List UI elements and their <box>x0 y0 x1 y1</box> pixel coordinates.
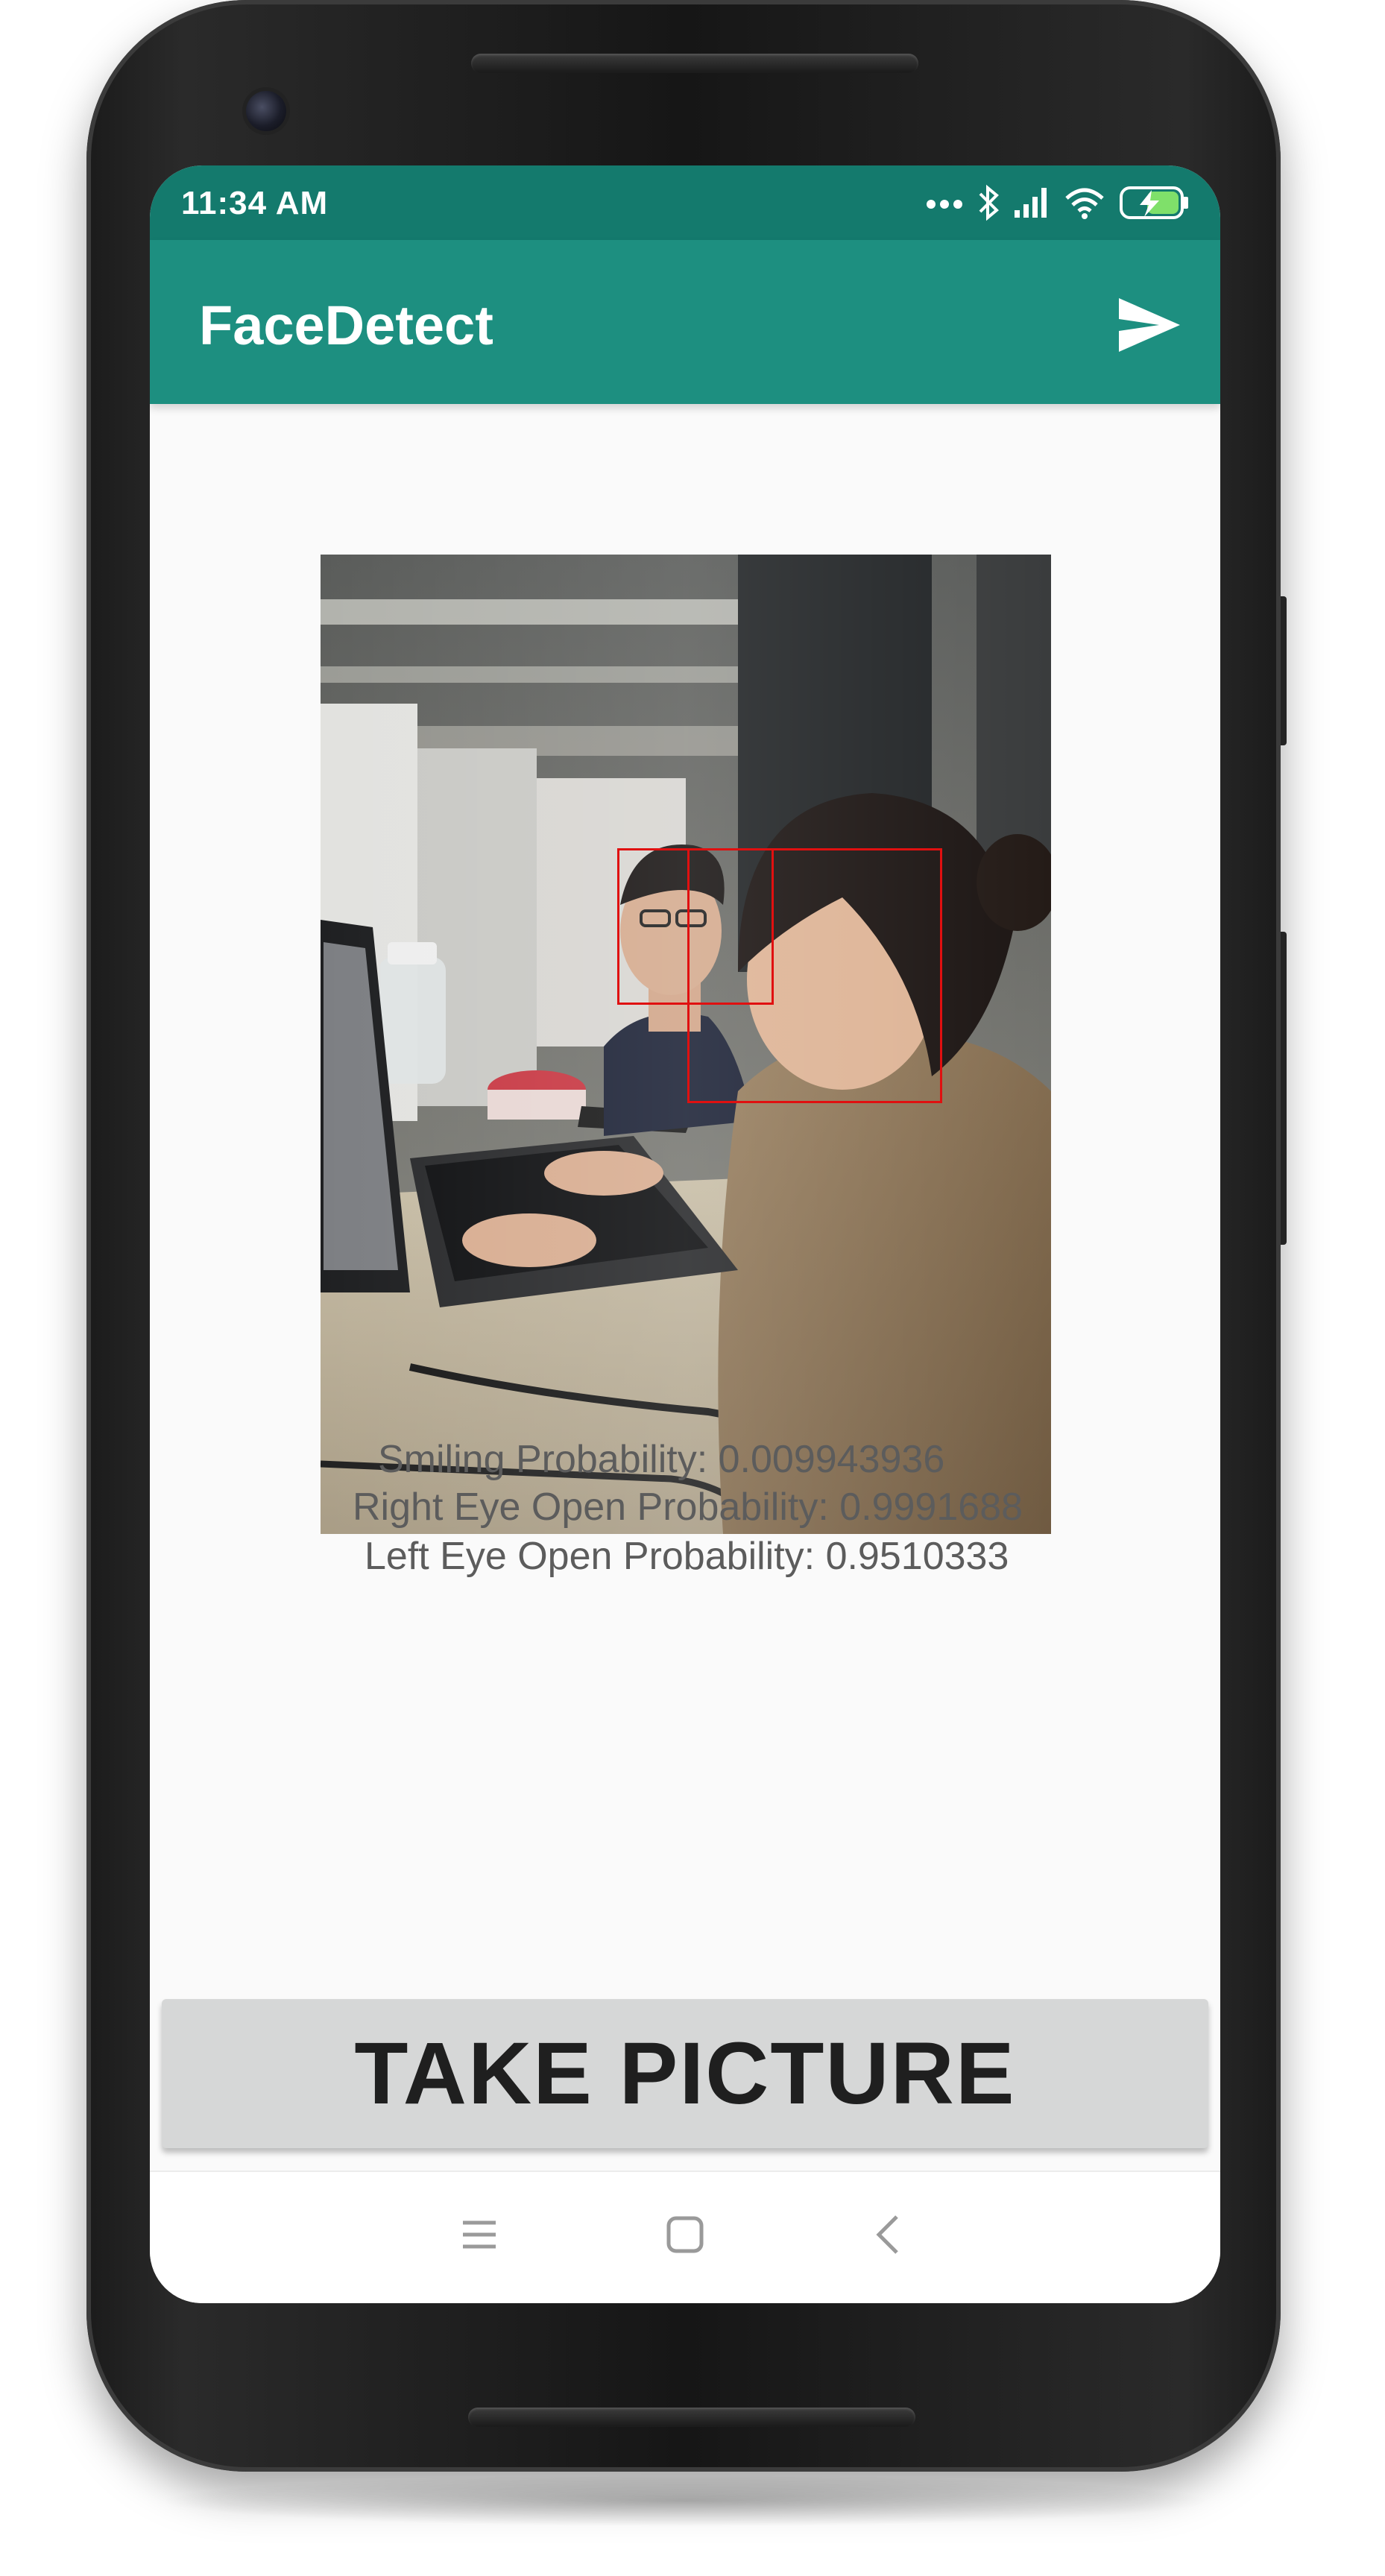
signal-icon <box>1015 188 1047 218</box>
front-camera <box>246 91 286 131</box>
top-speaker <box>471 54 918 73</box>
status-time: 11:34 AM <box>181 185 329 221</box>
send-icon <box>1119 298 1180 352</box>
take-picture-label: TAKE PICTURE <box>354 2024 1016 2123</box>
back-button[interactable] <box>859 2205 919 2264</box>
wifi-icon <box>1065 188 1104 219</box>
home-button[interactable] <box>655 2205 715 2264</box>
send-button[interactable] <box>1113 289 1184 361</box>
take-picture-button[interactable]: TAKE PICTURE <box>162 1999 1208 2148</box>
app-title: FaceDetect <box>199 294 493 356</box>
bottom-speaker <box>468 2408 915 2427</box>
smiling-probability: Smiling Probability: 0.009943936 <box>378 1438 945 1481</box>
face-box-2 <box>687 848 942 1103</box>
recents-button[interactable] <box>449 2205 509 2264</box>
battery-charging-icon <box>1120 186 1188 219</box>
status-bar: 11:34 AM <box>150 165 1220 240</box>
back-icon <box>876 2215 898 2254</box>
captured-photo <box>321 555 1051 1534</box>
device-shadow <box>157 2475 1215 2527</box>
right-eye-probability: Right Eye Open Probability: 0.9991688 <box>353 1486 1023 1529</box>
device-mockup: 11:34 AM FaceDetect Smiling Probability:… <box>0 0 1385 2576</box>
bluetooth-icon <box>979 184 999 221</box>
more-dots-icon <box>927 200 962 209</box>
navigation-bar <box>150 2171 1220 2303</box>
left-eye-probability: Left Eye Open Probability: 0.9510333 <box>365 1535 1009 1578</box>
menu-icon <box>463 2220 496 2249</box>
app-screen: 11:34 AM FaceDetect Smiling Probability:… <box>150 165 1220 2303</box>
status-icons <box>925 182 1190 224</box>
app-bar: FaceDetect <box>150 240 1220 404</box>
home-icon <box>666 2216 704 2253</box>
